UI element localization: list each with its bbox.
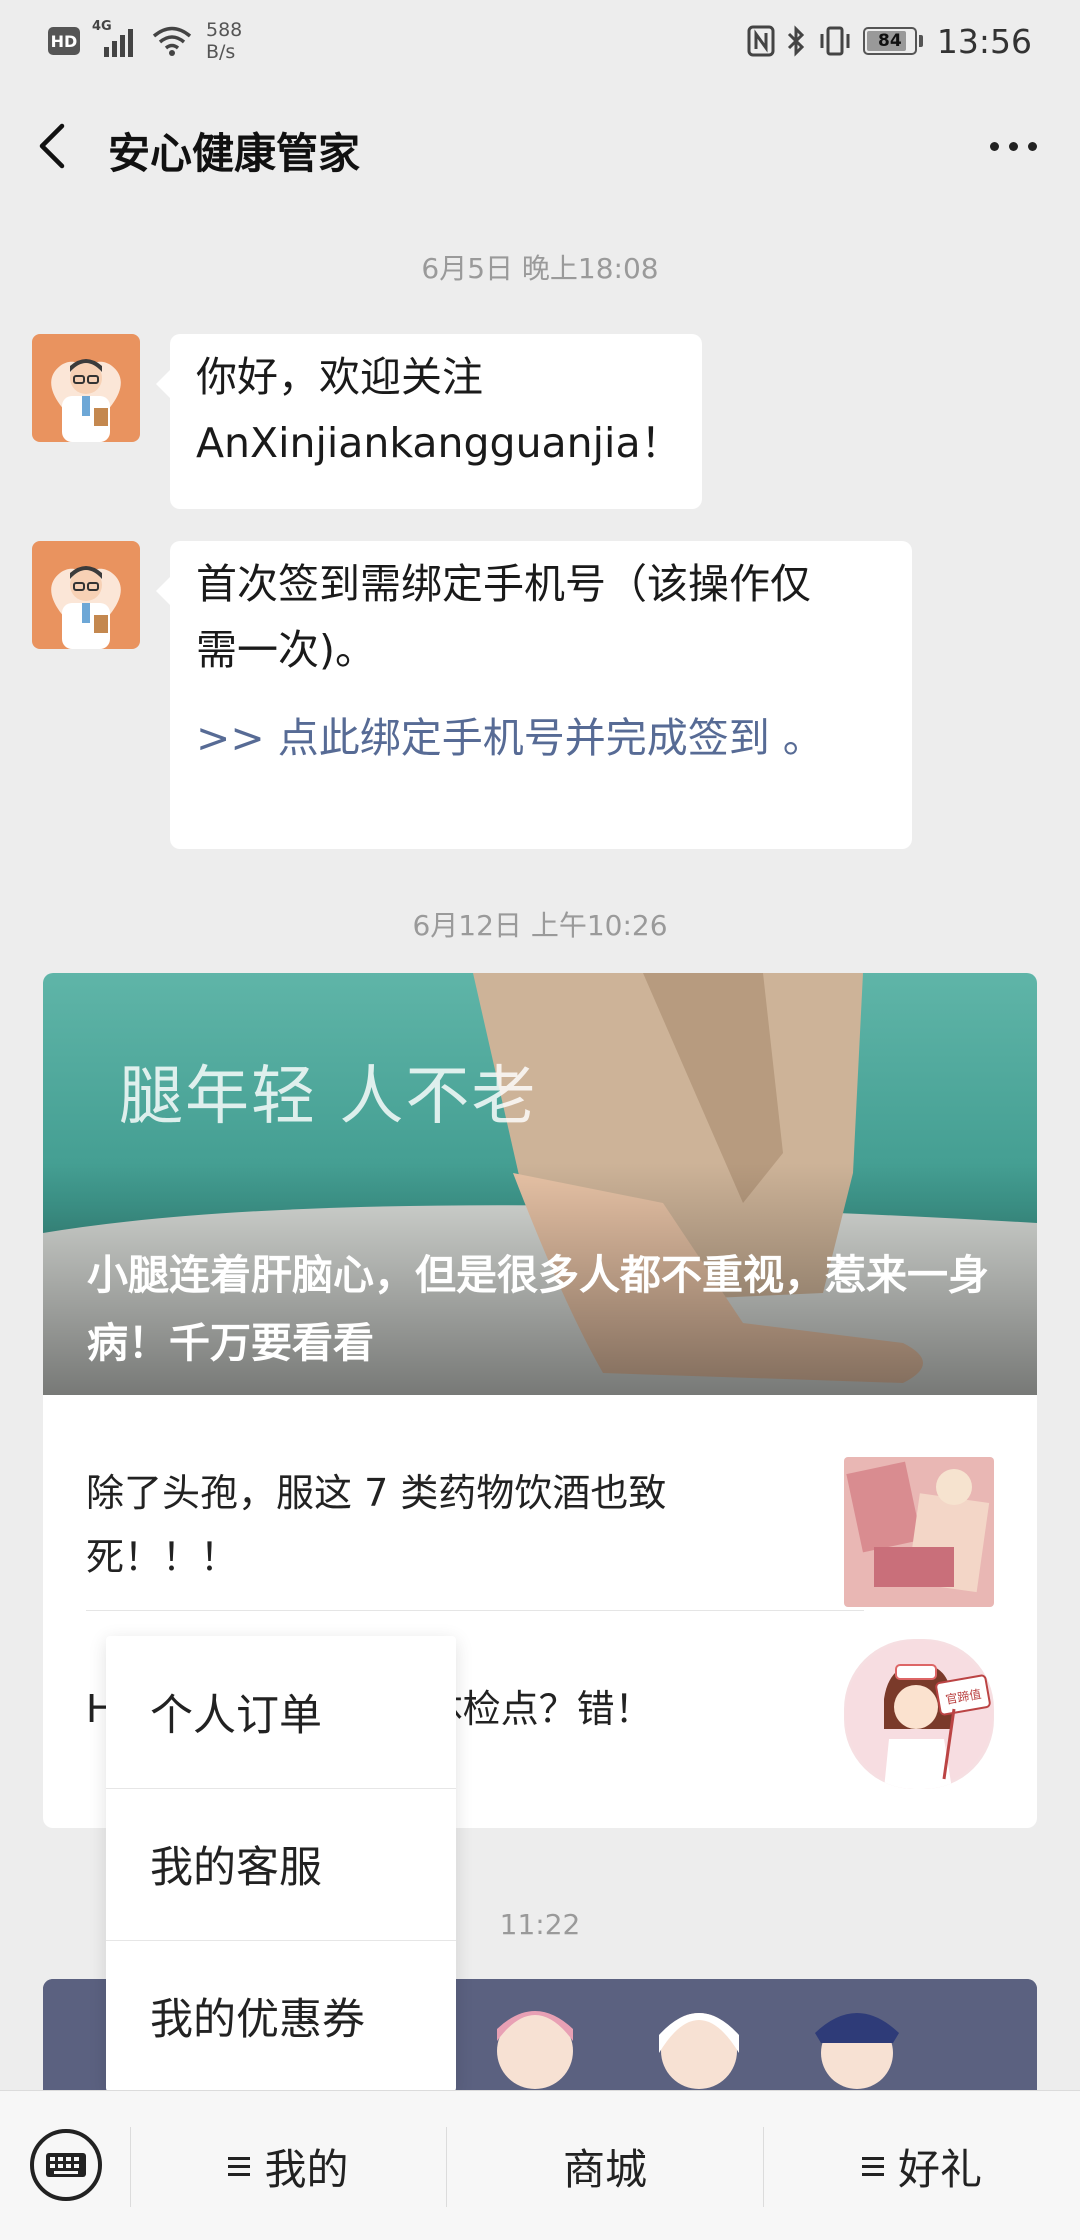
back-icon[interactable] — [26, 116, 86, 176]
hero-title: 小腿连着肝脑心，但是很多人都不重视，惹来一身病！千万要看看 — [87, 1251, 989, 1367]
wifi-icon — [152, 26, 192, 56]
tab-gifts[interactable]: 好礼 — [764, 2091, 1080, 2240]
bind-phone-link[interactable]: >> 点此绑定手机号并完成签到 。 — [196, 705, 886, 771]
signal-icon: 4G — [92, 19, 144, 59]
page-title: 安心健康管家 — [108, 129, 361, 178]
menu-lines-icon — [228, 2152, 251, 2181]
article-item[interactable]: 除了头孢，服这 7 类药物饮酒也致死！！！ — [86, 1457, 994, 1609]
network-speed: 588 B/s — [206, 19, 242, 63]
chat-header: 安心健康管家 — [0, 80, 1080, 212]
hd-icon: HD — [48, 27, 80, 55]
doctor-avatar[interactable] — [32, 334, 140, 442]
article-hero[interactable]: 腿年轻 人不老 小腿连着肝脑心，但是很多人都不重视，惹来一身病！千万要看看 — [43, 973, 1037, 1395]
menu-lines-icon — [861, 2152, 884, 2181]
timestamp: 6月12日 上午10:26 — [412, 909, 668, 942]
keyboard-icon[interactable] — [28, 2127, 104, 2203]
article-thumbnail: 官蹄值 — [844, 1639, 994, 1789]
tab-label: 商城 — [562, 2144, 647, 2194]
menu-item-orders[interactable]: 个人订单 — [106, 1636, 456, 1788]
tab-label: 我的 — [264, 2144, 349, 2194]
tab-mine[interactable]: 我的 — [131, 2091, 446, 2240]
battery-icon: 84 — [862, 27, 917, 55]
vibrate-icon — [820, 26, 850, 56]
message-text-line: AnXinjiankangguanjia！ — [196, 419, 682, 467]
message-bubble[interactable]: 你好，欢迎关注 AnXinjiankangguanjia！ — [156, 334, 702, 509]
timestamp: 6月5日 晚上18:08 — [421, 252, 659, 285]
message-text-line: 首次签到需绑定手机号（该操作仅 — [196, 560, 811, 608]
hero-overlay-text: 腿年轻 人不老 — [119, 1060, 538, 1134]
message-text-line: 需一次)。 — [196, 626, 376, 674]
message-text-line: 你好，欢迎关注 — [196, 353, 483, 401]
popup-menu: 个人订单 我的客服 我的优惠券 — [106, 1636, 456, 2092]
menu-item-service[interactable]: 我的客服 — [106, 1788, 456, 1940]
speed-value: 588 — [206, 19, 243, 41]
divider — [86, 1610, 864, 1611]
menu-item-coupons[interactable]: 我的优惠券 — [106, 1940, 456, 2092]
more-icon[interactable] — [978, 126, 1048, 166]
bluetooth-icon — [787, 25, 805, 57]
bottom-menu-bar: 我的 商城 好礼 — [0, 2090, 1080, 2240]
screen: HD 4G 588 B/s 84 13:56 安心健康管家 6月5日 晚上18:… — [0, 0, 1080, 2240]
clock: 13:56 — [936, 21, 1032, 61]
doctor-avatar[interactable] — [32, 541, 140, 649]
tab-label: 好礼 — [897, 2144, 982, 2194]
article-item-title-suffix: 体检点？错！ — [424, 1687, 653, 1731]
battery-level: 84 — [878, 31, 902, 51]
battery-tip — [918, 35, 923, 47]
status-bar: HD 4G 588 B/s 84 13:56 — [0, 0, 1080, 80]
message-bubble[interactable]: 首次签到需绑定手机号（该操作仅 需一次)。 >> 点此绑定手机号并完成签到 。 — [156, 541, 912, 849]
article-item-title: 除了头孢，服这 7 类药物饮酒也致死！！！ — [86, 1471, 667, 1579]
article-thumbnail — [844, 1457, 994, 1607]
nfc-icon — [747, 25, 775, 57]
tab-mall[interactable]: 商城 — [447, 2091, 763, 2240]
speed-unit: B/s — [206, 41, 236, 63]
